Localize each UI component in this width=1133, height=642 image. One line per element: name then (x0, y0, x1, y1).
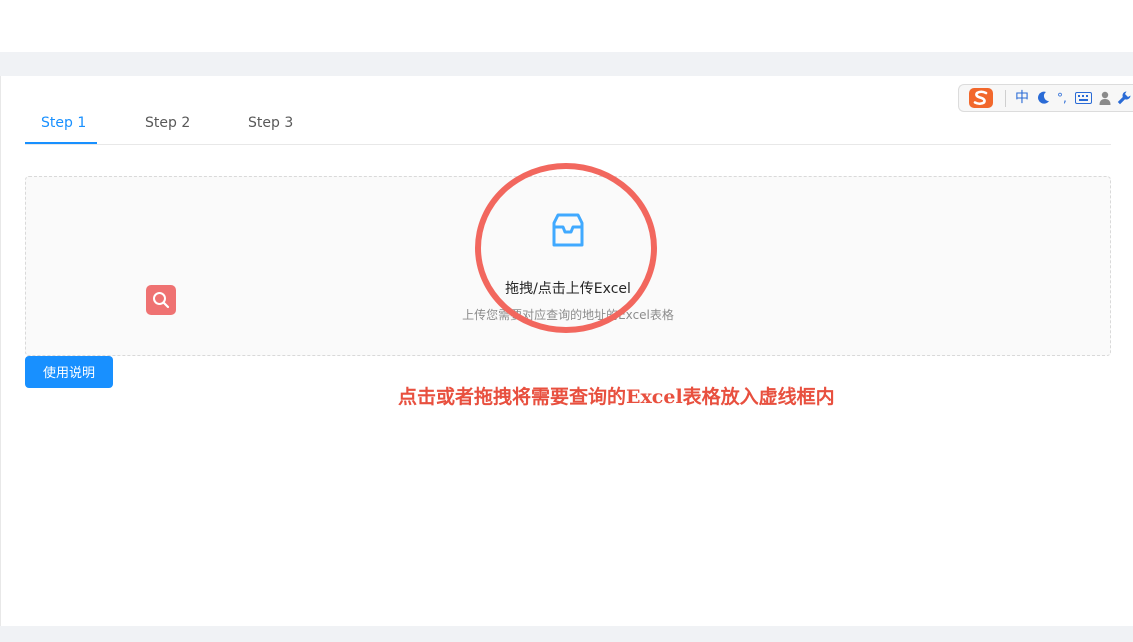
upload-dropzone[interactable] (25, 176, 1111, 356)
ime-divider (1005, 90, 1006, 107)
page-gap (0, 52, 1133, 76)
tab-step-3[interactable]: Step 3 (248, 103, 293, 143)
page-bottom-gap (0, 626, 1133, 642)
active-tab-indicator (25, 142, 97, 144)
wrench-icon[interactable] (1117, 91, 1131, 105)
keyboard-icon[interactable] (1075, 92, 1092, 104)
user-icon[interactable] (1099, 91, 1111, 106)
top-bar (0, 0, 1133, 52)
upload-hint: 上传您需要对应查询的地址的Excel表格 (462, 308, 674, 322)
instruction-annotation: 点击或者拖拽将需要查询的Excel表格放入虚线框内 (398, 386, 835, 408)
moon-icon[interactable] (1037, 91, 1050, 105)
upload-title: 拖拽/点击上传Excel (505, 281, 631, 297)
punctuation-icon[interactable]: °, (1057, 89, 1067, 107)
sogou-logo-icon[interactable] (967, 87, 997, 109)
floating-search-button[interactable] (146, 285, 176, 315)
tab-step-1[interactable]: Step 1 (41, 103, 86, 143)
search-icon (153, 292, 170, 309)
help-button[interactable]: 使用说明 (25, 356, 113, 388)
inbox-icon (552, 213, 584, 247)
ime-mode-label[interactable]: 中 (1015, 89, 1029, 107)
ime-toolbar[interactable]: 中 °, (958, 84, 1133, 112)
tab-step-2[interactable]: Step 2 (145, 103, 190, 143)
step-tabs: Step 1 Step 2 Step 3 (25, 103, 1111, 145)
